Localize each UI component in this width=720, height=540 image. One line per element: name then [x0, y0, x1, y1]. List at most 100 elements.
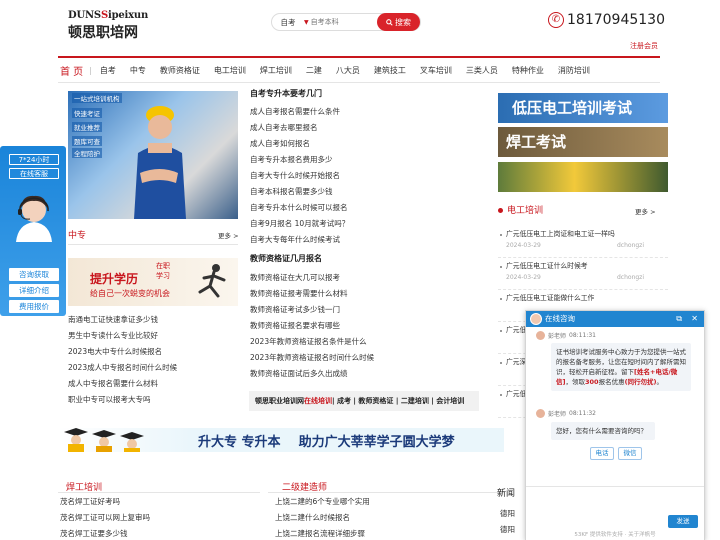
nav-item[interactable]: 特种作业 — [512, 65, 544, 76]
chat-footer: 53KF 提供软件支持 · 关于洋帆号 — [526, 530, 704, 540]
headline-link[interactable]: 教师资格证几月报名 — [250, 253, 322, 264]
list-item[interactable]: 教师资格证考试多少钱一门 — [250, 302, 490, 318]
list-item[interactable]: 德阳 — [500, 522, 515, 538]
news-title[interactable]: 广元低压电工证能做什么工作 — [506, 290, 668, 306]
minimize-icon[interactable]: ⧉ — [676, 314, 682, 324]
list-item[interactable]: 男生中专读什么专业比较好 — [68, 328, 238, 344]
list-item[interactable]: 教师资格证报名要求有哪些 — [250, 318, 490, 334]
details-button[interactable]: 详细介绍 — [9, 284, 59, 297]
pricing-button[interactable]: 费用报价 — [9, 300, 59, 313]
electrician-photo[interactable]: 一站式培训机构 快速考证 就业推荐 题库可查 全程陪护 — [68, 91, 238, 219]
list-item[interactable]: 南通电工证快速拿证多少钱 — [68, 312, 238, 328]
divider — [68, 244, 238, 245]
search-button[interactable]: 搜索 — [377, 13, 420, 31]
agent-avatar — [536, 409, 545, 418]
nav-item[interactable]: 二建 — [306, 65, 322, 76]
chat-title: 在线咨询 — [545, 314, 575, 323]
headline-link[interactable]: 自考专升本要考几门 — [250, 88, 322, 99]
site-link[interactable]: 顿思职业培训网 — [249, 396, 304, 406]
article-list: 上饶二建的6个专业哪个实用 上饶二建什么时候报名 上饶二建报名流程详细步骤 — [275, 494, 370, 540]
list-item[interactable]: 成人自考报名需要什么条件 — [250, 104, 490, 120]
list-item[interactable]: 成人自考去哪里报名 — [250, 120, 490, 136]
list-item[interactable]: 成人中专报名需要什么材料 — [68, 376, 238, 392]
section-title-electrician[interactable]: 电工培训 — [498, 203, 543, 216]
list-item[interactable]: 茂名焊工证好考吗 — [60, 494, 150, 510]
list-item[interactable]: 2023电大中专什么时候报名 — [68, 344, 238, 360]
list-item[interactable]: 2023成人中专报名时间什么时候 — [68, 360, 238, 376]
graduates-illustration — [64, 428, 144, 452]
message-time: 08:11:31 — [569, 332, 596, 339]
news-title[interactable]: 广元低压电工上岗证和电工证一样吗 — [506, 226, 668, 242]
list-item[interactable]: 茂名焊工证可以网上复审吗 — [60, 510, 150, 526]
nav-home[interactable]: 首 页 — [60, 63, 83, 78]
list-item[interactable]: 2023年教师资格证报名条件是什么 — [250, 334, 490, 350]
list-item[interactable]: 自考专升本什么时候可以报名 — [250, 200, 490, 216]
quick-links-bar: 顿思职业培训网 在线培训 | 成考 | 教师资格证 | 二建培训 | 会计培训 — [249, 391, 479, 411]
list-item[interactable]: 上饶二建什么时候报名 — [275, 510, 370, 526]
list-item[interactable]: 德阳 — [500, 506, 515, 522]
message-time: 08:11:32 — [569, 410, 596, 417]
register-link[interactable]: 注册会员 — [630, 41, 658, 51]
list-item[interactable]: 自考本科报名需要多少钱 — [250, 184, 490, 200]
nav-item[interactable]: 教师资格证 — [160, 65, 200, 76]
list-item[interactable]: 自考大专什么时候开始报名 — [250, 168, 490, 184]
list-item[interactable]: 2023年教师资格证报名时间什么时候 — [250, 350, 490, 366]
section-title-zhongzhuan[interactable]: 中专 — [68, 228, 86, 241]
welder-exam-banner[interactable]: 焊工考试 — [498, 127, 668, 157]
more-link[interactable]: 更多 > — [635, 206, 656, 216]
logo-chinese[interactable]: 顿思职培网 — [68, 22, 138, 42]
education-banner[interactable]: 提升学历 给自己一次蜕变的机会 在职 学习 — [68, 258, 238, 306]
list-item[interactable]: 教师资格证在大几可以报考 — [250, 270, 490, 286]
consult-button[interactable]: 咨询获取 — [9, 268, 59, 281]
online-training-link[interactable]: 在线培训 — [304, 396, 332, 406]
photo-tag: 全程陪护 — [72, 148, 102, 158]
logo-english[interactable]: DUNSSipeixun — [68, 10, 148, 21]
bullet-icon — [498, 208, 503, 213]
nav-item[interactable]: 消防培训 — [558, 65, 590, 76]
list-item[interactable]: 自考专升本报名费用多少 — [250, 152, 490, 168]
close-icon[interactable]: ✕ — [691, 314, 698, 324]
chat-header[interactable]: 在线咨询 ⧉ ✕ — [526, 311, 704, 327]
nav-item[interactable]: 电工培训 — [214, 65, 246, 76]
list-item[interactable]: 教师资格证面试后多久出成绩 — [250, 366, 490, 382]
search-category[interactable]: 自考 — [272, 17, 304, 28]
more-link[interactable]: 更多 > — [218, 230, 239, 240]
article-list: 成人自考报名需要什么条件 成人自考去哪里报名 成人自考如何报名 自考专升本报名费… — [250, 104, 490, 248]
nav-item[interactable]: 中专 — [130, 65, 146, 76]
list-item[interactable]: 自考9月报名 10月就考试吗？ — [250, 216, 490, 232]
electrician-exam-banner[interactable]: 低压电工培训考试 — [498, 93, 668, 123]
nav-item[interactable]: 三类人员 — [466, 65, 498, 76]
online-service-tag[interactable]: 在线客服 — [9, 168, 59, 179]
chevron-down-icon[interactable]: ▼ — [304, 19, 309, 26]
news-title[interactable]: 广元低压电工证什么时候考 — [506, 258, 668, 274]
message-meta: 彭老师 08:11:31 — [536, 331, 596, 340]
nav-item[interactable]: 焊工培训 — [260, 65, 292, 76]
list-item[interactable]: 职业中专可以报考大专吗 — [68, 392, 238, 408]
wechat-option-button[interactable]: 微信 — [618, 447, 642, 460]
list-item[interactable]: 茂名焊工证要多少钱 — [60, 526, 150, 540]
nav-item[interactable]: 自考 — [100, 65, 116, 76]
list-item[interactable]: 上饶二建的6个专业哪个实用 — [275, 494, 370, 510]
nav-item[interactable]: 叉车培训 — [420, 65, 452, 76]
list-item[interactable]: 教师资格证报考需要什么材料 — [250, 286, 490, 302]
nav-divider: | — [89, 65, 92, 75]
article-list: 茂名焊工证好考吗 茂名焊工证可以网上复审吗 茂名焊工证要多少钱 — [60, 494, 150, 540]
agent-name: 彭老师 — [548, 333, 567, 340]
news-item[interactable]: 广元低压电工上岗证和电工证一样吗 2024-03-29 dchongzi — [498, 226, 668, 258]
customer-service-sidebar: 7*24小时 在线客服 咨询获取 详细介绍 费用报价 — [0, 146, 66, 316]
category-links[interactable]: | 成考 | 教师资格证 | 二建培训 | 会计培训 — [332, 396, 464, 406]
main-nav: 首 页 | 自考 中专 教师资格证 电工培训 焊工培训 二建 八大员 建筑技工 … — [58, 56, 660, 83]
send-button[interactable]: 发送 — [668, 515, 698, 528]
list-item[interactable]: 自考大专每年什么时候考试 — [250, 232, 490, 248]
forklift-banner[interactable] — [498, 162, 668, 192]
list-item[interactable]: 成人自考如何报名 — [250, 136, 490, 152]
nav-item[interactable]: 建筑技工 — [374, 65, 406, 76]
message-meta: 彭老师 08:11:32 — [536, 409, 596, 418]
nav-item[interactable]: 八大员 — [336, 65, 360, 76]
promo-banner[interactable]: 升大专 专升本 助力广大莘莘学子圆大学梦 — [58, 428, 504, 452]
news-item[interactable]: 广元低压电工证什么时候考 2024-03-29 dchongzi — [498, 258, 668, 290]
search-input[interactable] — [310, 18, 365, 26]
list-item[interactable]: 上饶二建报名流程详细步骤 — [275, 526, 370, 540]
section-title-news[interactable]: 新闻 — [497, 486, 515, 499]
phone-option-button[interactable]: 电话 — [590, 447, 614, 460]
